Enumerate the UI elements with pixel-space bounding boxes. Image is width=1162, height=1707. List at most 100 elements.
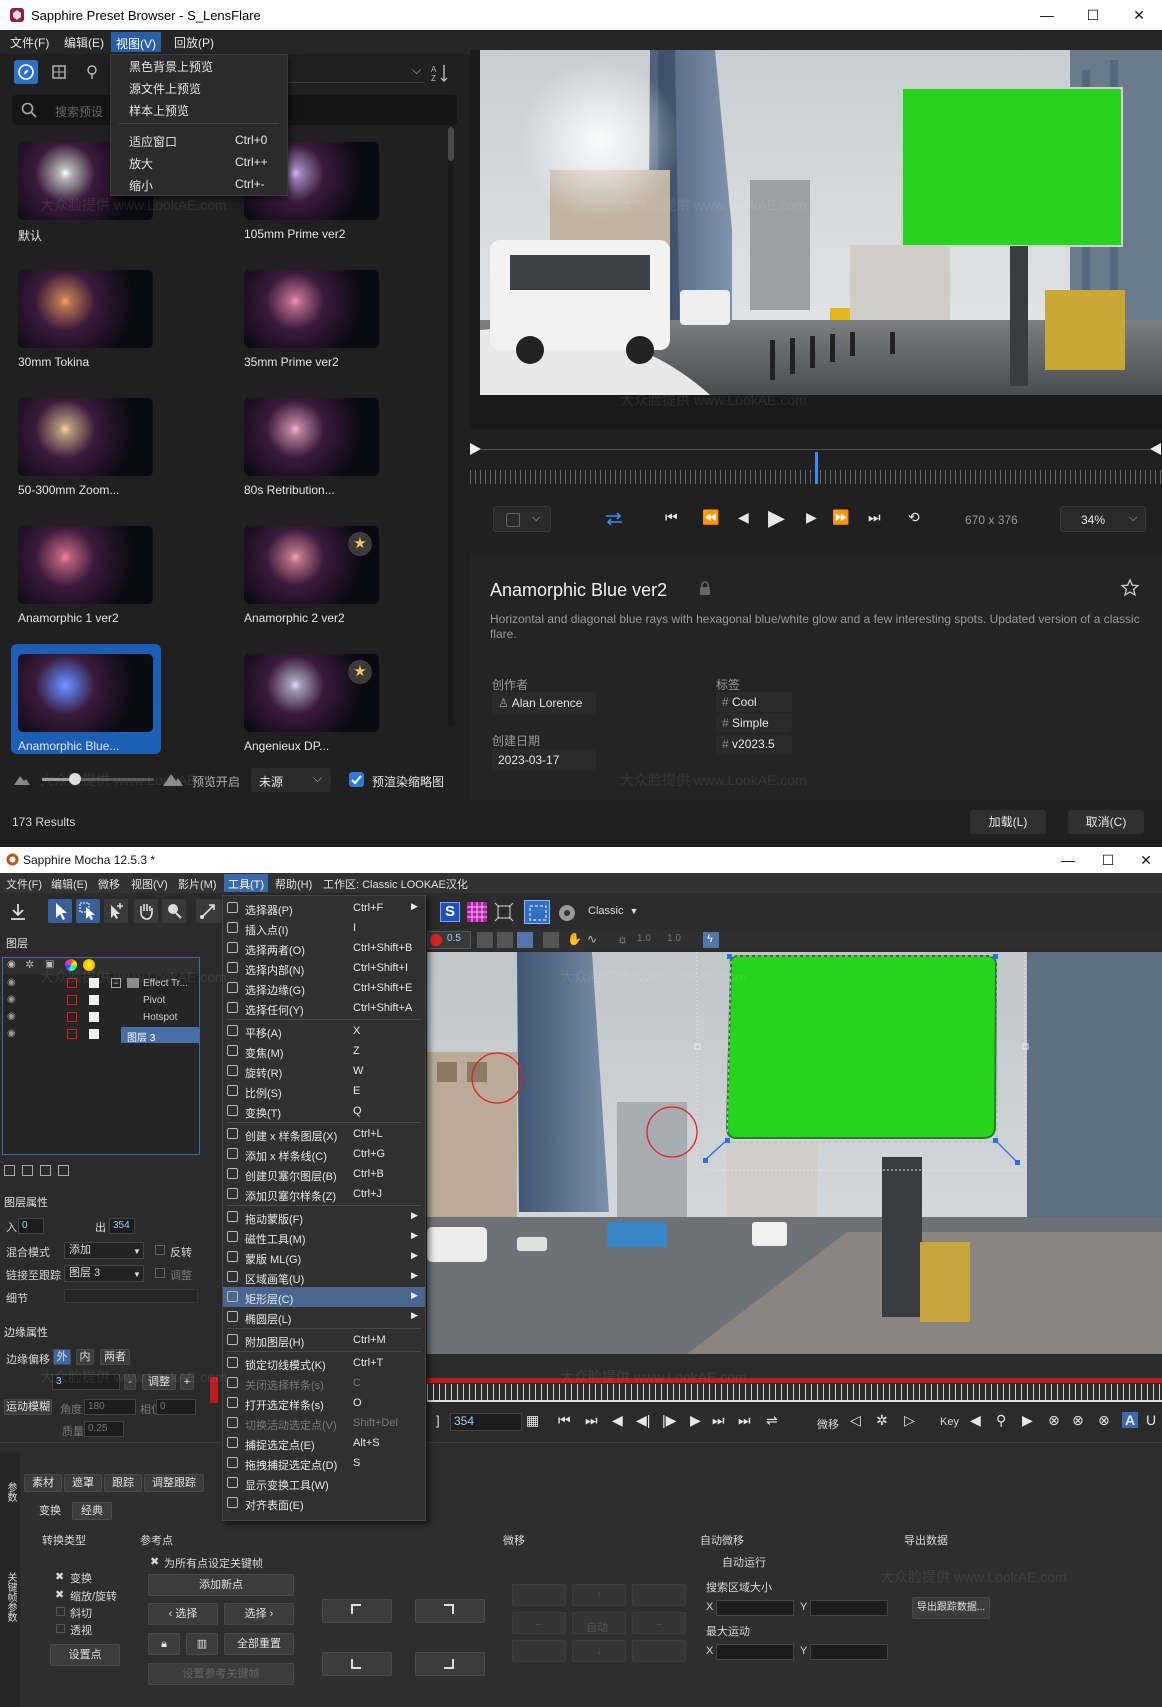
zoom-select[interactable]: 34% ⌵ [1060,506,1146,532]
brightness-icon[interactable]: ☼ [617,932,633,948]
angle-field[interactable]: 180 [84,1399,136,1415]
eye-icon[interactable]: ◉ [7,994,16,1005]
menu-item-black-bg[interactable]: 黑色背景上预览 [129,58,213,75]
delete-key-icon[interactable]: ⊗ [1048,1412,1060,1429]
close-button[interactable]: ✕ [1116,0,1162,30]
check-perspective[interactable] [56,1624,65,1633]
hand-icon[interactable] [134,899,158,923]
tools-menu-item[interactable]: 椭圆层(L) ▶ [223,1307,425,1327]
preset-scrollbar[interactable] [448,127,454,727]
play-icon[interactable]: ▶ [768,505,785,531]
settings-gear-icon[interactable]: ✲ [876,1412,888,1429]
curve-icon[interactable]: ∿ [587,932,603,948]
motion-x-field[interactable] [716,1644,794,1660]
favorite-star-icon[interactable]: ★ [348,660,372,684]
edge-increment[interactable]: + [180,1374,194,1390]
bracket-icon[interactable]: ] [436,1413,440,1428]
pin-icon[interactable] [80,60,104,84]
side-tab-params[interactable]: 参数 [3,1482,18,1502]
maximize-button[interactable]: ☐ [1090,847,1126,873]
pointer-icon[interactable] [48,899,72,923]
tag-chip[interactable]: # v2023.5 [716,734,792,754]
edge-value-field[interactable]: 3 [52,1374,120,1390]
tools-menu-item[interactable]: 拖动蒙版(F) ▶ [223,1207,425,1227]
tools-menu-item[interactable]: 插入点(I) I [223,918,425,938]
nudge-cell[interactable] [632,1584,686,1606]
mocha-viewer[interactable] [427,952,1162,1354]
menu-file[interactable]: 文件(F) [8,34,51,51]
duplicate-icon[interactable] [22,1165,33,1176]
tools-menu-item[interactable]: 拖拽捕捉选定点(D) S [223,1453,425,1473]
subtab-transform[interactable]: 变换 [30,1502,70,1520]
collapse-icon[interactable]: − [111,978,121,988]
subtab-classic[interactable]: 经典 [72,1502,112,1520]
timeline-ruler[interactable] [427,1384,1162,1400]
select-prev-button[interactable]: ‹ 选择 [148,1603,218,1625]
detail-slider[interactable] [64,1289,198,1303]
next-key-icon[interactable]: ⏭ [712,1412,725,1429]
tools-menu-item[interactable]: 选择内部(N) Ctrl+Shift+I [223,958,425,978]
go-end-icon[interactable]: ⏭ [738,1412,751,1429]
overlay-icon[interactable] [497,932,513,948]
trash-icon[interactable] [58,1165,69,1176]
tools-menu-item[interactable]: 切换活动选定点(V) Shift+Del [223,1413,425,1433]
edge-outer-button[interactable]: 外 [53,1349,71,1365]
tools-menu-item[interactable]: 锁定切线模式(K) Ctrl+T [223,1353,425,1373]
matte-toggle[interactable] [89,978,99,988]
edge-inner-button[interactable]: 内 [76,1349,94,1365]
layer-row[interactable]: ◉ − Effect Tr... [3,976,199,992]
reset-all-button[interactable]: 全部重置 [224,1633,294,1655]
edge-both-button[interactable]: 两者 [100,1349,130,1365]
check-scale[interactable]: ✖ [55,1588,64,1601]
nudge-cell[interactable]: ↑ [572,1584,626,1606]
step-back-icon[interactable]: ◀ [738,509,749,526]
menu-item-fit[interactable]: 适应窗口 [129,133,177,150]
set-point-button[interactable]: 设置点 [50,1644,120,1666]
selection-box-icon[interactable] [524,900,550,924]
fit-frame-icon[interactable] [494,902,514,922]
add-point-icon[interactable] [104,899,128,923]
tab-track[interactable]: 跟踪 [104,1474,142,1492]
tab-footage[interactable]: 素材 [24,1474,62,1492]
prev-keyframe-icon[interactable]: ◀ [970,1412,981,1429]
check-transform[interactable]: ✖ [55,1570,64,1583]
clip-icon[interactable]: ▦ [526,1412,539,1429]
preview-source-select[interactable]: 未源 ⌵ [251,768,331,792]
layer-color-swatch[interactable] [67,995,77,1005]
play-icon[interactable]: ▶ [690,1412,701,1429]
layer-color-swatch[interactable] [67,1012,77,1022]
step-fwd-icon[interactable]: |▶ [662,1412,676,1429]
maximize-button[interactable]: ☐ [1070,0,1116,30]
eye-icon[interactable]: ◉ [7,977,16,988]
s-layer-icon[interactable]: S [440,902,460,922]
tools-menu-item[interactable]: 比例(S) E [223,1081,425,1101]
go-start-icon[interactable]: ⏮ [558,1412,571,1429]
menu-item-source-bg[interactable]: 源文件上预览 [129,80,201,97]
tools-menu-item[interactable]: 磁性工具(M) ▶ [223,1227,425,1247]
playhead[interactable] [815,452,818,484]
play-back-icon[interactable]: ◀ [612,1412,623,1429]
camera-icon[interactable] [557,903,577,923]
nudge-right-icon[interactable]: ▷ [904,1412,915,1429]
delete-key2-icon[interactable]: ⊗ [1098,1412,1110,1429]
close-button[interactable]: ✕ [1130,847,1162,873]
menu-view[interactable]: 视图(V) [131,876,168,892]
tools-menu-item[interactable]: 选择两者(O) Ctrl+Shift+B [223,938,425,958]
workspace-select[interactable]: Classic ▼ [588,903,648,923]
eye-icon[interactable]: ◉ [7,1011,16,1022]
flash-icon[interactable]: ϟ [703,932,719,948]
nudge-cell[interactable] [512,1640,566,1662]
adjust-checkbox[interactable] [155,1268,165,1278]
preview-viewer[interactable] [470,50,1162,430]
transform-icon[interactable] [196,899,222,923]
keyframe-all-check[interactable]: ✖ [150,1555,159,1568]
nudge-left-icon[interactable]: ◁ [850,1412,861,1429]
in-field[interactable]: 0 [18,1218,44,1234]
motion-y-field[interactable] [810,1644,888,1660]
menu-item-sample-bg[interactable]: 样本上预览 [129,102,189,119]
matte-toggle[interactable] [89,1012,99,1022]
hand-small-icon[interactable]: ✋ [567,932,583,948]
tools-menu-item[interactable]: 关闭选择样条(s) C [223,1373,425,1393]
tools-menu-item[interactable]: 蒙版 ML(G) ▶ [223,1247,425,1267]
grid-icon[interactable] [47,60,71,84]
